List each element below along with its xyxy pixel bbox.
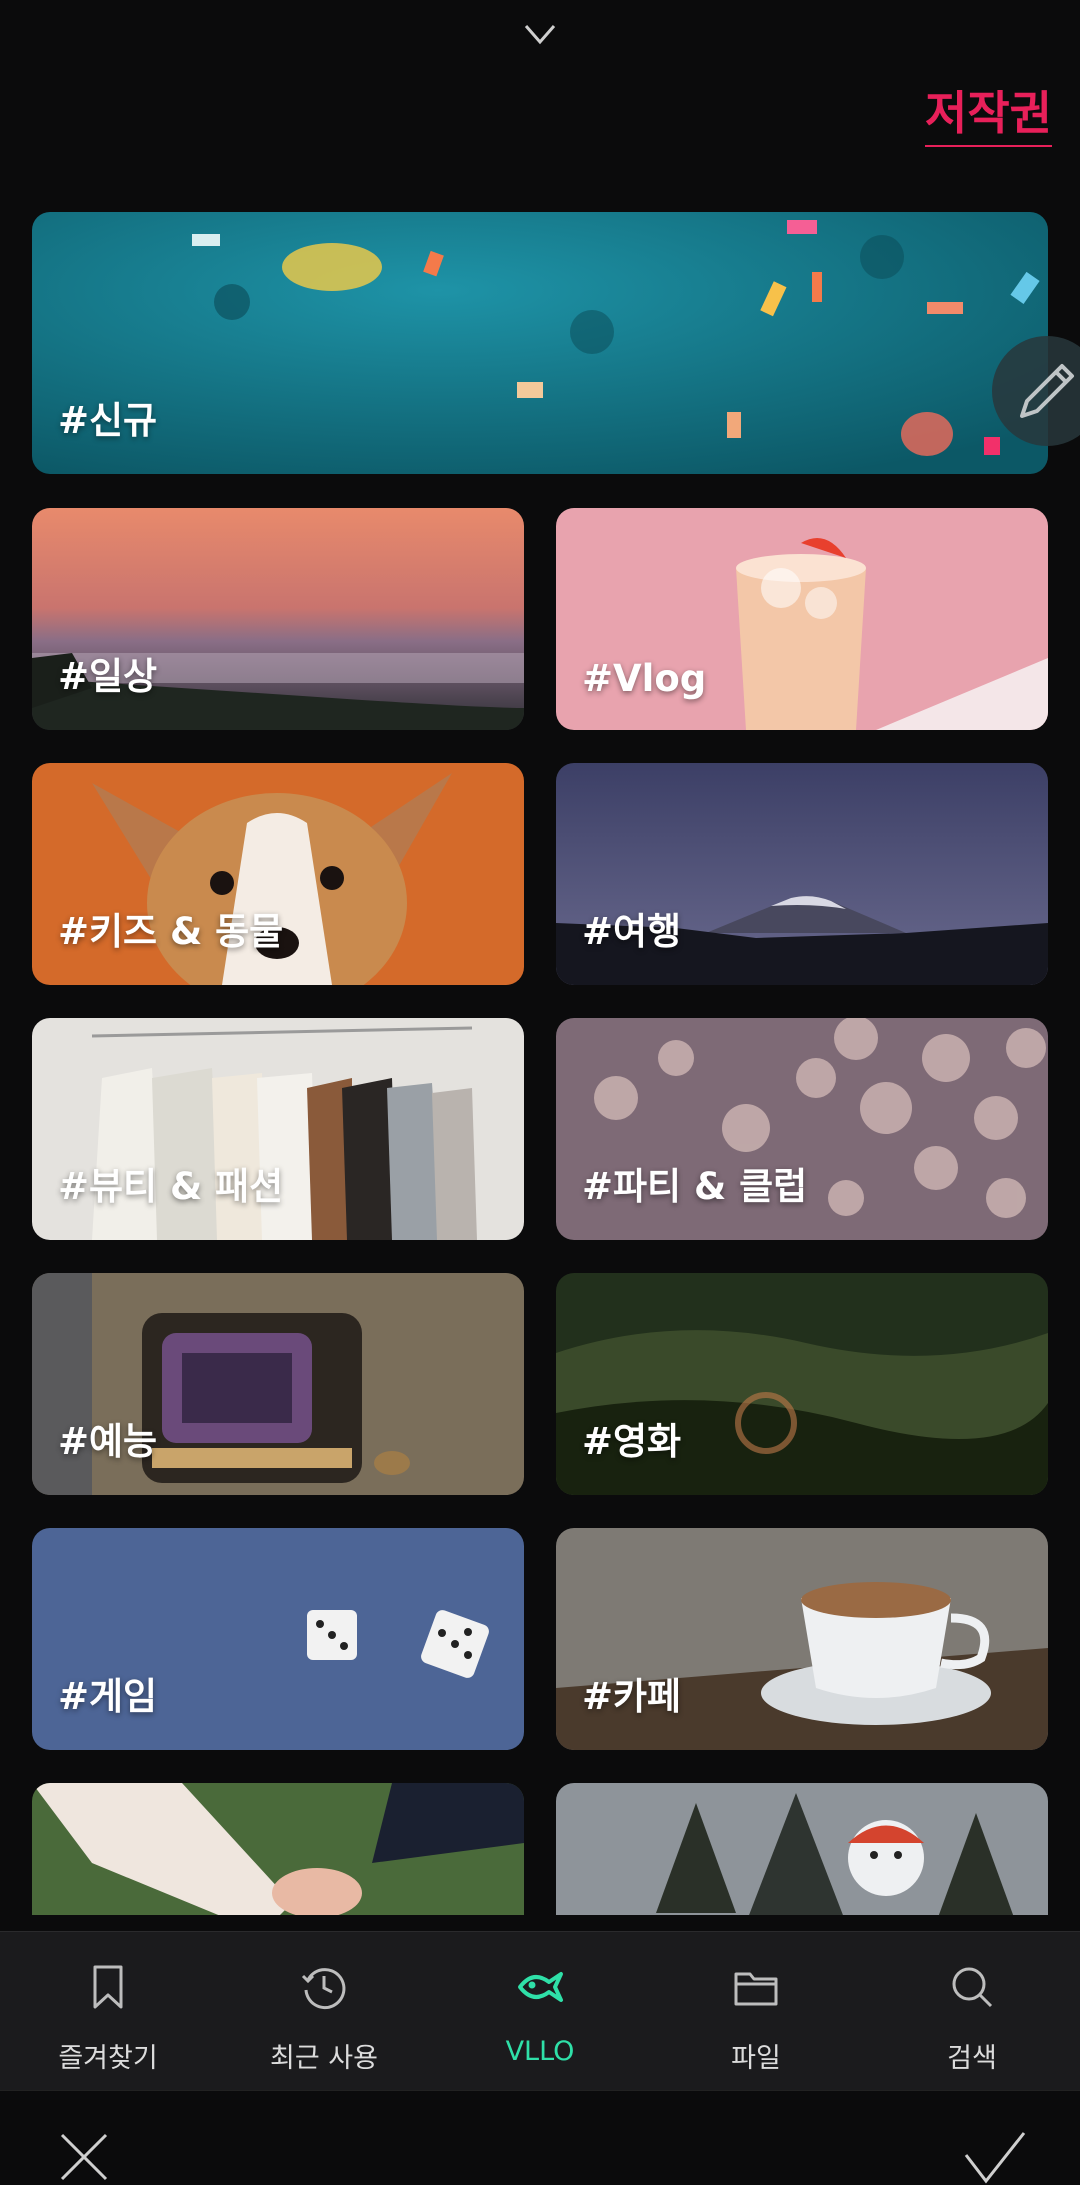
category-card-travel[interactable]: #여행 [556, 763, 1048, 985]
category-card-winter[interactable] [556, 1783, 1048, 1915]
nav-label: VLLO [505, 2036, 575, 2067]
category-card-kids-animals[interactable]: #키즈 & 동물 [32, 763, 524, 985]
category-card-new[interactable]: #신규 [32, 212, 1048, 474]
category-grid: #신규 #일상 #Vlog #키즈 & 동물 #여행 #뷰티 & 패션 #파티 … [32, 212, 1048, 1915]
pencil-icon [1020, 364, 1074, 418]
nav-recent[interactable]: 최근 사용 [216, 1932, 432, 2090]
vllo-fish-icon [518, 1972, 563, 2002]
confirm-check-icon[interactable] [962, 2129, 1028, 2185]
category-label: #키즈 & 동물 [58, 910, 284, 953]
category-card-party-club[interactable]: #파티 & 클럽 [556, 1018, 1048, 1240]
category-card-vlog[interactable]: #Vlog [556, 508, 1048, 730]
copyright-link[interactable]: 저작권 [925, 88, 1052, 147]
nav-label: 즐겨찾기 [58, 2043, 158, 2074]
snowman-image [556, 1783, 1048, 1915]
category-label: #파티 & 클럽 [582, 1165, 808, 1208]
nav-label: 파일 [731, 2043, 781, 2074]
category-label: #Vlog [582, 657, 707, 700]
search-icon [952, 1967, 993, 2008]
category-card-game[interactable]: #게임 [32, 1528, 524, 1750]
category-card-movie[interactable]: #영화 [556, 1273, 1048, 1495]
category-label: #예능 [58, 1420, 158, 1463]
category-label: #게임 [58, 1675, 158, 1718]
close-icon[interactable] [58, 2131, 110, 2183]
collapse-chevron-icon[interactable] [520, 14, 560, 54]
category-label: #신규 [58, 399, 158, 442]
edit-button[interactable] [992, 336, 1080, 446]
category-card-daily[interactable]: #일상 [32, 508, 524, 730]
category-label: #카페 [582, 1675, 682, 1718]
nav-vllo[interactable]: VLLO [432, 1932, 648, 2090]
action-bar [0, 2090, 1080, 2185]
category-card-wedding[interactable] [32, 1783, 524, 1915]
bottom-navigation: 즐겨찾기 최근 사용 VLLO 파일 검색 [0, 1931, 1080, 2090]
category-card-cafe[interactable]: #카페 [556, 1528, 1048, 1750]
nav-search[interactable]: 검색 [864, 1932, 1080, 2090]
wedding-hands-image [32, 1783, 524, 1915]
nav-label: 검색 [947, 2043, 997, 2074]
history-icon [301, 1968, 346, 2010]
confetti-image [32, 212, 1048, 474]
category-label: #뷰티 & 패션 [58, 1165, 284, 1208]
category-label: #영화 [582, 1420, 682, 1463]
category-label: #여행 [582, 910, 682, 953]
nav-label: 최근 사용 [270, 2043, 378, 2074]
category-card-beauty-fashion[interactable]: #뷰티 & 패션 [32, 1018, 524, 1240]
nav-files[interactable]: 파일 [648, 1932, 864, 2090]
category-card-entertainment[interactable]: #예능 [32, 1273, 524, 1495]
nav-favorites[interactable]: 즐겨찾기 [0, 1932, 216, 2090]
category-label: #일상 [58, 655, 158, 698]
bookmark-icon [93, 1965, 123, 2009]
folder-icon [734, 1972, 778, 2006]
